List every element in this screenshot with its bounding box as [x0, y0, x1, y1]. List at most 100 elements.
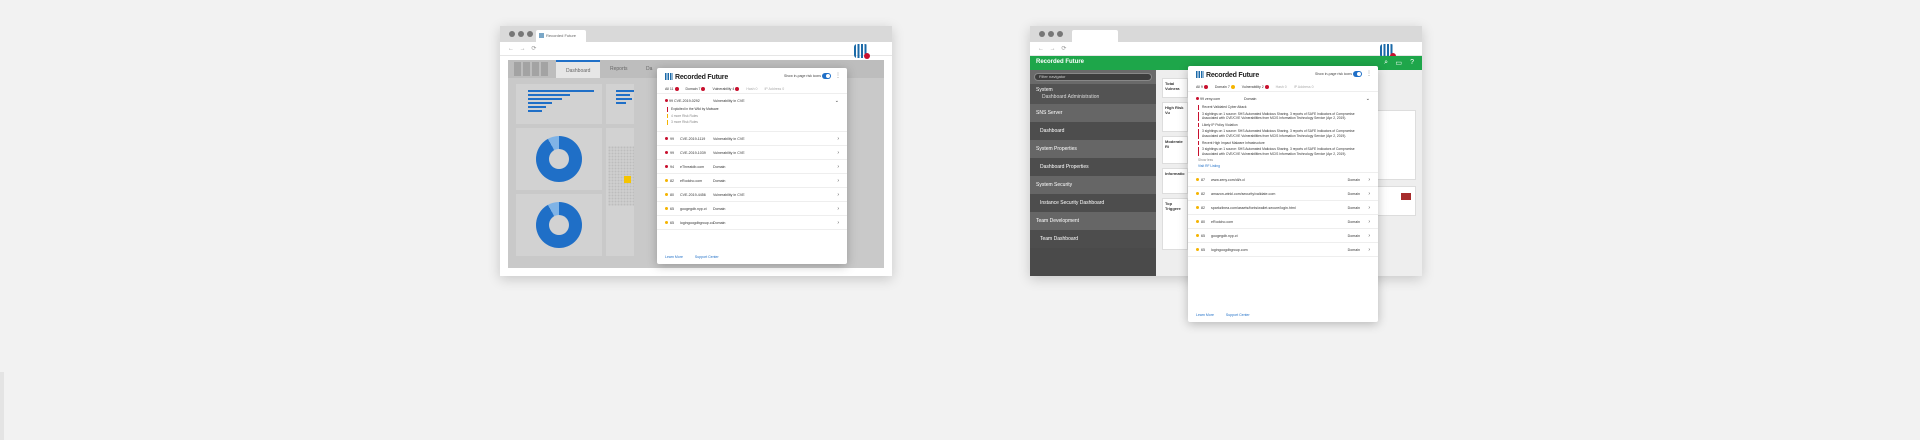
chevron-right-icon[interactable]: › — [1368, 201, 1370, 215]
card-total-vulnerabilities[interactable]: Total Vulnera — [1162, 78, 1188, 98]
filter-tab[interactable]: Domain 7 — [1215, 84, 1235, 89]
support-center-link[interactable]: Support Center — [695, 255, 719, 259]
address-bar[interactable]: ← → ⟳ — [1030, 42, 1422, 56]
card-top-triggered[interactable]: Top Triggere — [1162, 198, 1188, 250]
entity-type: Domain — [713, 164, 726, 169]
entity-row[interactable]: 99 CVE-2019-1119 Vulnerability in CVE › — [657, 132, 847, 146]
entity-row[interactable]: 65 googegdb.nyp.ct Domain › — [1188, 229, 1378, 244]
rf-filter-bar: All 11 Domain 7 Vulnerability 4 Hash 0 IP Ad… — [657, 84, 847, 94]
support-center-link[interactable]: Support Center — [1226, 313, 1250, 317]
chevron-right-icon[interactable]: › — [1368, 173, 1370, 187]
chevron-right-icon[interactable]: › — [837, 160, 839, 174]
navigator-filter[interactable]: Filter navigator — [1030, 70, 1156, 84]
donut-chart-1 — [536, 136, 582, 182]
filter-tab[interactable]: All 9 — [1196, 84, 1208, 89]
more-icon[interactable]: ⋮ — [1366, 70, 1372, 77]
entity-row[interactable]: 65 googegdb.nyp.ct Domain › — [657, 202, 847, 216]
rf-extension-icon[interactable] — [854, 44, 870, 59]
severity-dot — [1196, 97, 1199, 100]
entity-type: Domain — [1347, 192, 1360, 197]
entity-type: Domain — [1347, 234, 1360, 239]
card-moderate-risk[interactable]: Moderate Ri — [1162, 136, 1188, 164]
chevron-right-icon[interactable]: › — [1368, 229, 1370, 243]
nav-arrows-icon[interactable]: ← → ⟳ — [1038, 45, 1068, 52]
risk-icons-toggle[interactable] — [822, 73, 831, 79]
entity-row[interactable]: 87 www.zeny.com/dl/x.cl Domain › — [1188, 173, 1378, 188]
rf-filter-bar: All 9 Domain 7 Vulnerability 2 Hash 0 IP Add… — [1188, 82, 1378, 92]
window-controls[interactable] — [509, 31, 533, 37]
sidebar-item-team-dashboard[interactable]: Team Dashboard — [1030, 230, 1156, 248]
chevron-right-icon[interactable]: › — [837, 146, 839, 160]
severity-dot — [665, 164, 668, 168]
filter-tab[interactable]: Vulnerability 2 — [1242, 84, 1269, 89]
entity-row[interactable]: 65 logingoogdbgroup.com Domain › — [1188, 243, 1378, 258]
rf-logo-icon — [665, 73, 673, 80]
help-icon[interactable]: ? — [1410, 59, 1414, 66]
search-icon[interactable]: ⌕ — [1384, 59, 1388, 67]
entity-name: www.zeny.com/dl/x.cl — [1211, 178, 1245, 183]
chevron-up-icon[interactable]: ⌄ — [1366, 94, 1370, 104]
entity-row[interactable]: 80 eRodcho.com Domain › — [1188, 215, 1378, 230]
card-high-risk[interactable]: High Risk Vu — [1162, 102, 1188, 132]
chat-icon[interactable]: ▭ — [1395, 59, 1402, 67]
browser-tab[interactable]: Recorded Future — [536, 30, 586, 42]
more-icon[interactable]: ⋮ — [835, 72, 841, 79]
address-bar[interactable]: ← → ⟳ — [500, 42, 892, 56]
chevron-right-icon[interactable]: › — [837, 188, 839, 202]
entity-type: Vulnerability in CVE — [713, 192, 745, 197]
sidebar-item-team-development[interactable]: Team Development — [1030, 212, 1156, 230]
entity-type: Domain — [1347, 248, 1360, 253]
filter-tab[interactable]: IP Address 0 — [1294, 85, 1314, 89]
filter-tab[interactable]: IP Address 0 — [764, 87, 784, 91]
rf-listing-link[interactable]: Visit RF Listing — [1198, 164, 1370, 168]
tab-reports[interactable]: Reports — [600, 60, 638, 78]
chevron-right-icon[interactable]: › — [837, 202, 839, 216]
donut-pane-2 — [516, 194, 602, 256]
chevron-right-icon[interactable]: › — [837, 174, 839, 188]
sidebar-system[interactable]: System Dashboard Administration — [1030, 84, 1156, 104]
sidebar-item-system-security[interactable]: System Security — [1030, 176, 1156, 194]
entity-name: CVE-2019-4456 — [680, 192, 706, 197]
sidebar-item-system-properties[interactable]: System Properties — [1030, 140, 1156, 158]
risk-score: 87 — [1201, 178, 1205, 183]
sidebar-item-sns-server[interactable]: SNS Server — [1030, 104, 1156, 122]
learn-more-link[interactable]: Learn More — [665, 255, 683, 259]
chevron-right-icon[interactable]: › — [1368, 215, 1370, 229]
risk-icons-toggle[interactable] — [1353, 71, 1362, 77]
filter-tab[interactable]: Vulnerability 4 — [712, 86, 740, 91]
sidebar-item-dashboard[interactable]: Dashboard — [1030, 122, 1156, 140]
learn-more-link[interactable]: Learn More — [1196, 313, 1214, 317]
grid-menu-icon[interactable] — [514, 62, 550, 76]
filter-input[interactable]: Filter navigator — [1034, 73, 1152, 81]
entity-row[interactable]: 94 eThreatdb.com Domain › — [657, 160, 847, 174]
chevron-right-icon[interactable]: › — [837, 132, 839, 146]
chevron-right-icon[interactable]: › — [1368, 243, 1370, 257]
entity-row[interactable]: 82 amazon-winkl.com/security/validate.com… — [1188, 187, 1378, 202]
nav-arrows-icon[interactable]: ← → ⟳ — [508, 45, 538, 52]
entity-row[interactable]: 82 eRodcho.com Domain › — [657, 174, 847, 188]
entity-row[interactable]: 82 sparkzlinea.com/assets/fonts/wallet-se… — [1188, 201, 1378, 216]
tab-dashboard[interactable]: Dashboard — [556, 60, 601, 78]
filter-tab[interactable]: All 11 — [665, 86, 679, 91]
browser-tab[interactable] — [1072, 30, 1118, 42]
filter-tab[interactable]: Domain 7 — [686, 86, 706, 91]
chevron-right-icon[interactable]: › — [837, 216, 839, 230]
entity-row[interactable]: 65 logingoogdbgroup.co Domain › — [657, 216, 847, 230]
filter-tab[interactable]: Hash 0 — [1276, 85, 1287, 89]
chevron-up-icon[interactable]: ⌄ — [835, 96, 839, 106]
entity-row[interactable]: 80 CVE-2019-4456 Vulnerability in CVE › — [657, 188, 847, 202]
rf-expanded-entity[interactable]: 99 zeny.com Domain ⌄ Recent Validated Cy… — [1188, 92, 1378, 174]
sidebar-item-dashboard-properties[interactable]: Dashboard Properties — [1030, 158, 1156, 176]
show-less-link[interactable]: Show less — [1198, 158, 1370, 162]
risk-score: 99 — [670, 136, 674, 141]
window-controls[interactable] — [1039, 31, 1063, 37]
risk-score: 80 — [670, 192, 674, 197]
sidebar-item-instance-security[interactable]: Instance Security Dashboard — [1030, 194, 1156, 212]
entity-row[interactable]: 99 CVE-2019-1039 Vulnerability in CVE › — [657, 146, 847, 160]
rf-popup-right: Recorded Future Show in-page risk icons … — [1188, 66, 1378, 322]
chevron-right-icon[interactable]: › — [1368, 187, 1370, 201]
filter-tab[interactable]: Hash 0 — [746, 87, 757, 91]
card-informational[interactable]: Informatio — [1162, 168, 1188, 194]
severity-dot — [665, 99, 668, 102]
rf-expanded-entity[interactable]: 99 CVE-2019-0292 Vulnerability in CVE ⌄ … — [657, 94, 847, 132]
